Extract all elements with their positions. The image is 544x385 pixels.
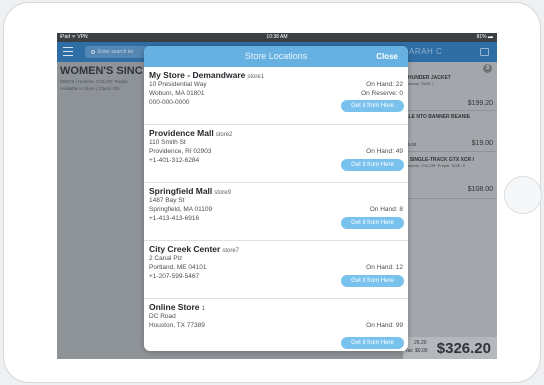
- store-name: Online Store 1: [149, 302, 205, 312]
- tax-value: $0.00: [415, 348, 428, 354]
- store-row: Springfield Mall store9 1487 Bay St Sprin…: [144, 183, 408, 241]
- store-name-text: City Creek Center: [149, 244, 221, 254]
- cart-item[interactable]: S SINGLE-TRACK GTX XCR I Homme, COLOR: P…: [403, 153, 497, 199]
- get-it-from-here-button[interactable]: Get it from Here: [341, 159, 404, 171]
- get-it-from-here-button[interactable]: Get it from Here: [341, 337, 404, 349]
- store-id: 1: [201, 306, 205, 312]
- order-total: $326.20: [436, 340, 491, 357]
- on-hand-count: On Hand: 99: [366, 322, 403, 329]
- store-address-line2: Providence, RI 02903: [149, 148, 212, 155]
- store-row: My Store - Demandware store1 10 President…: [144, 67, 408, 125]
- cart-count-badge: 3: [483, 64, 492, 73]
- store-phone: 000-000-0000: [149, 99, 190, 106]
- cart-item-meta: Homme, SIZE: I: [405, 81, 434, 86]
- get-it-from-here-button[interactable]: Get it from Here: [341, 217, 404, 229]
- store-id: store9: [214, 190, 231, 196]
- cart-item-meta: Homme, COLOR: Purple, SIZE: 5: [405, 163, 465, 168]
- store-address-line1: DC Road: [149, 313, 176, 320]
- search-placeholder: Enter search ter: [98, 49, 134, 55]
- store-phone: +1-413-413-6916: [149, 215, 200, 222]
- store-phone: +1-207-599-5467: [149, 273, 200, 280]
- close-button[interactable]: Close: [376, 46, 398, 67]
- product-title: WOMEN'S SINC: [60, 65, 143, 77]
- store-name: Springfield Mall store9: [149, 186, 231, 196]
- subtotal-value: 26.20: [414, 340, 427, 346]
- store-locations-modal: Store Locations Close My Store - Demandw…: [144, 46, 408, 351]
- store-address-line1: 10 Presidential Way: [149, 81, 207, 88]
- store-address-line2: Springfield, MA 01109: [149, 206, 213, 213]
- cart-item[interactable]: THUNDER JACKET Homme, SIZE: I $199.20: [403, 75, 497, 111]
- on-reserve-count: On Reserve: 0: [361, 90, 403, 97]
- battery-indicator: 81% ▬: [476, 34, 493, 40]
- status-bar: iPad ᯤ VPN 10:38 AM 81% ▬: [57, 33, 497, 42]
- hamburger-menu-icon[interactable]: [63, 47, 73, 56]
- store-name: Providence Mall store2: [149, 128, 232, 138]
- product-subtitle: W6076 | Homme, COLOR: Purple: [60, 79, 128, 84]
- store-name-text: My Store - Demandware: [149, 70, 246, 80]
- store-row: City Creek Center store7 2 Canal Plz Port…: [144, 241, 408, 299]
- product-availability[interactable]: Available in Store | Check Oth: [60, 86, 120, 91]
- store-row: Online Store 1 DC Road Houston, TX 77389 …: [144, 299, 408, 351]
- cart-item-price: $199.20: [467, 100, 493, 107]
- store-name-text: Providence Mall: [149, 128, 214, 138]
- store-id: store7: [222, 248, 240, 254]
- store-address-line1: 2 Canal Plz: [149, 255, 183, 262]
- user-name: ARAH C: [409, 47, 443, 56]
- modal-title: Store Locations: [244, 51, 308, 61]
- carrier-label: iPad ᯤ VPN: [60, 34, 88, 40]
- store-address-line2: Woburn, MA 01801: [149, 90, 205, 97]
- cart-item-name: BLE NTO BANNER BEANIE: [405, 114, 470, 120]
- home-button[interactable]: [504, 176, 542, 214]
- store-name: City Creek Center store7: [149, 244, 239, 254]
- get-it-from-here-button[interactable]: Get it from Here: [341, 275, 404, 287]
- store-phone: +1-401-312-6284: [149, 157, 200, 164]
- cart-panel: 3 THUNDER JACKET Homme, SIZE: I $199.20 …: [403, 62, 497, 359]
- store-list: My Store - Demandware store1 10 President…: [144, 67, 408, 351]
- clock: 10:38 AM: [266, 34, 288, 40]
- get-it-from-here-button[interactable]: Get it from Here: [341, 100, 404, 112]
- store-name: My Store - Demandware store1: [149, 70, 264, 80]
- on-hand-count: On Hand: 49: [366, 148, 403, 155]
- edit-icon[interactable]: [480, 48, 489, 56]
- store-id: store1: [247, 74, 265, 80]
- store-id: store2: [215, 132, 233, 138]
- search-icon: [91, 49, 95, 54]
- store-name-text: Online Store: [149, 302, 200, 312]
- store-address-line2: Houston, TX 77389: [149, 322, 205, 329]
- store-address-line1: 1487 Bay St: [149, 197, 185, 204]
- on-hand-count: On Hand: 8: [369, 206, 403, 213]
- cart-item-price: $19.00: [471, 140, 493, 147]
- store-name-text: Springfield Mall: [149, 186, 213, 196]
- store-address-line1: 110 Smith St: [149, 139, 186, 146]
- on-hand-count: On Hand: 22: [366, 81, 403, 88]
- cart-item[interactable]: BLE NTO BANNER BEANIE $6.00 $19.00: [403, 112, 497, 152]
- on-hand-count: On Hand: 12: [366, 264, 403, 271]
- cart-totals: 26.20 Tax $0.00 $326.20: [403, 337, 497, 359]
- cart-item-price: $108.00: [467, 186, 493, 193]
- store-row: Providence Mall store2 110 Smith St Provi…: [144, 125, 408, 183]
- modal-header: Store Locations Close: [144, 46, 408, 67]
- store-address-line2: Portland, ME 04101: [149, 264, 207, 271]
